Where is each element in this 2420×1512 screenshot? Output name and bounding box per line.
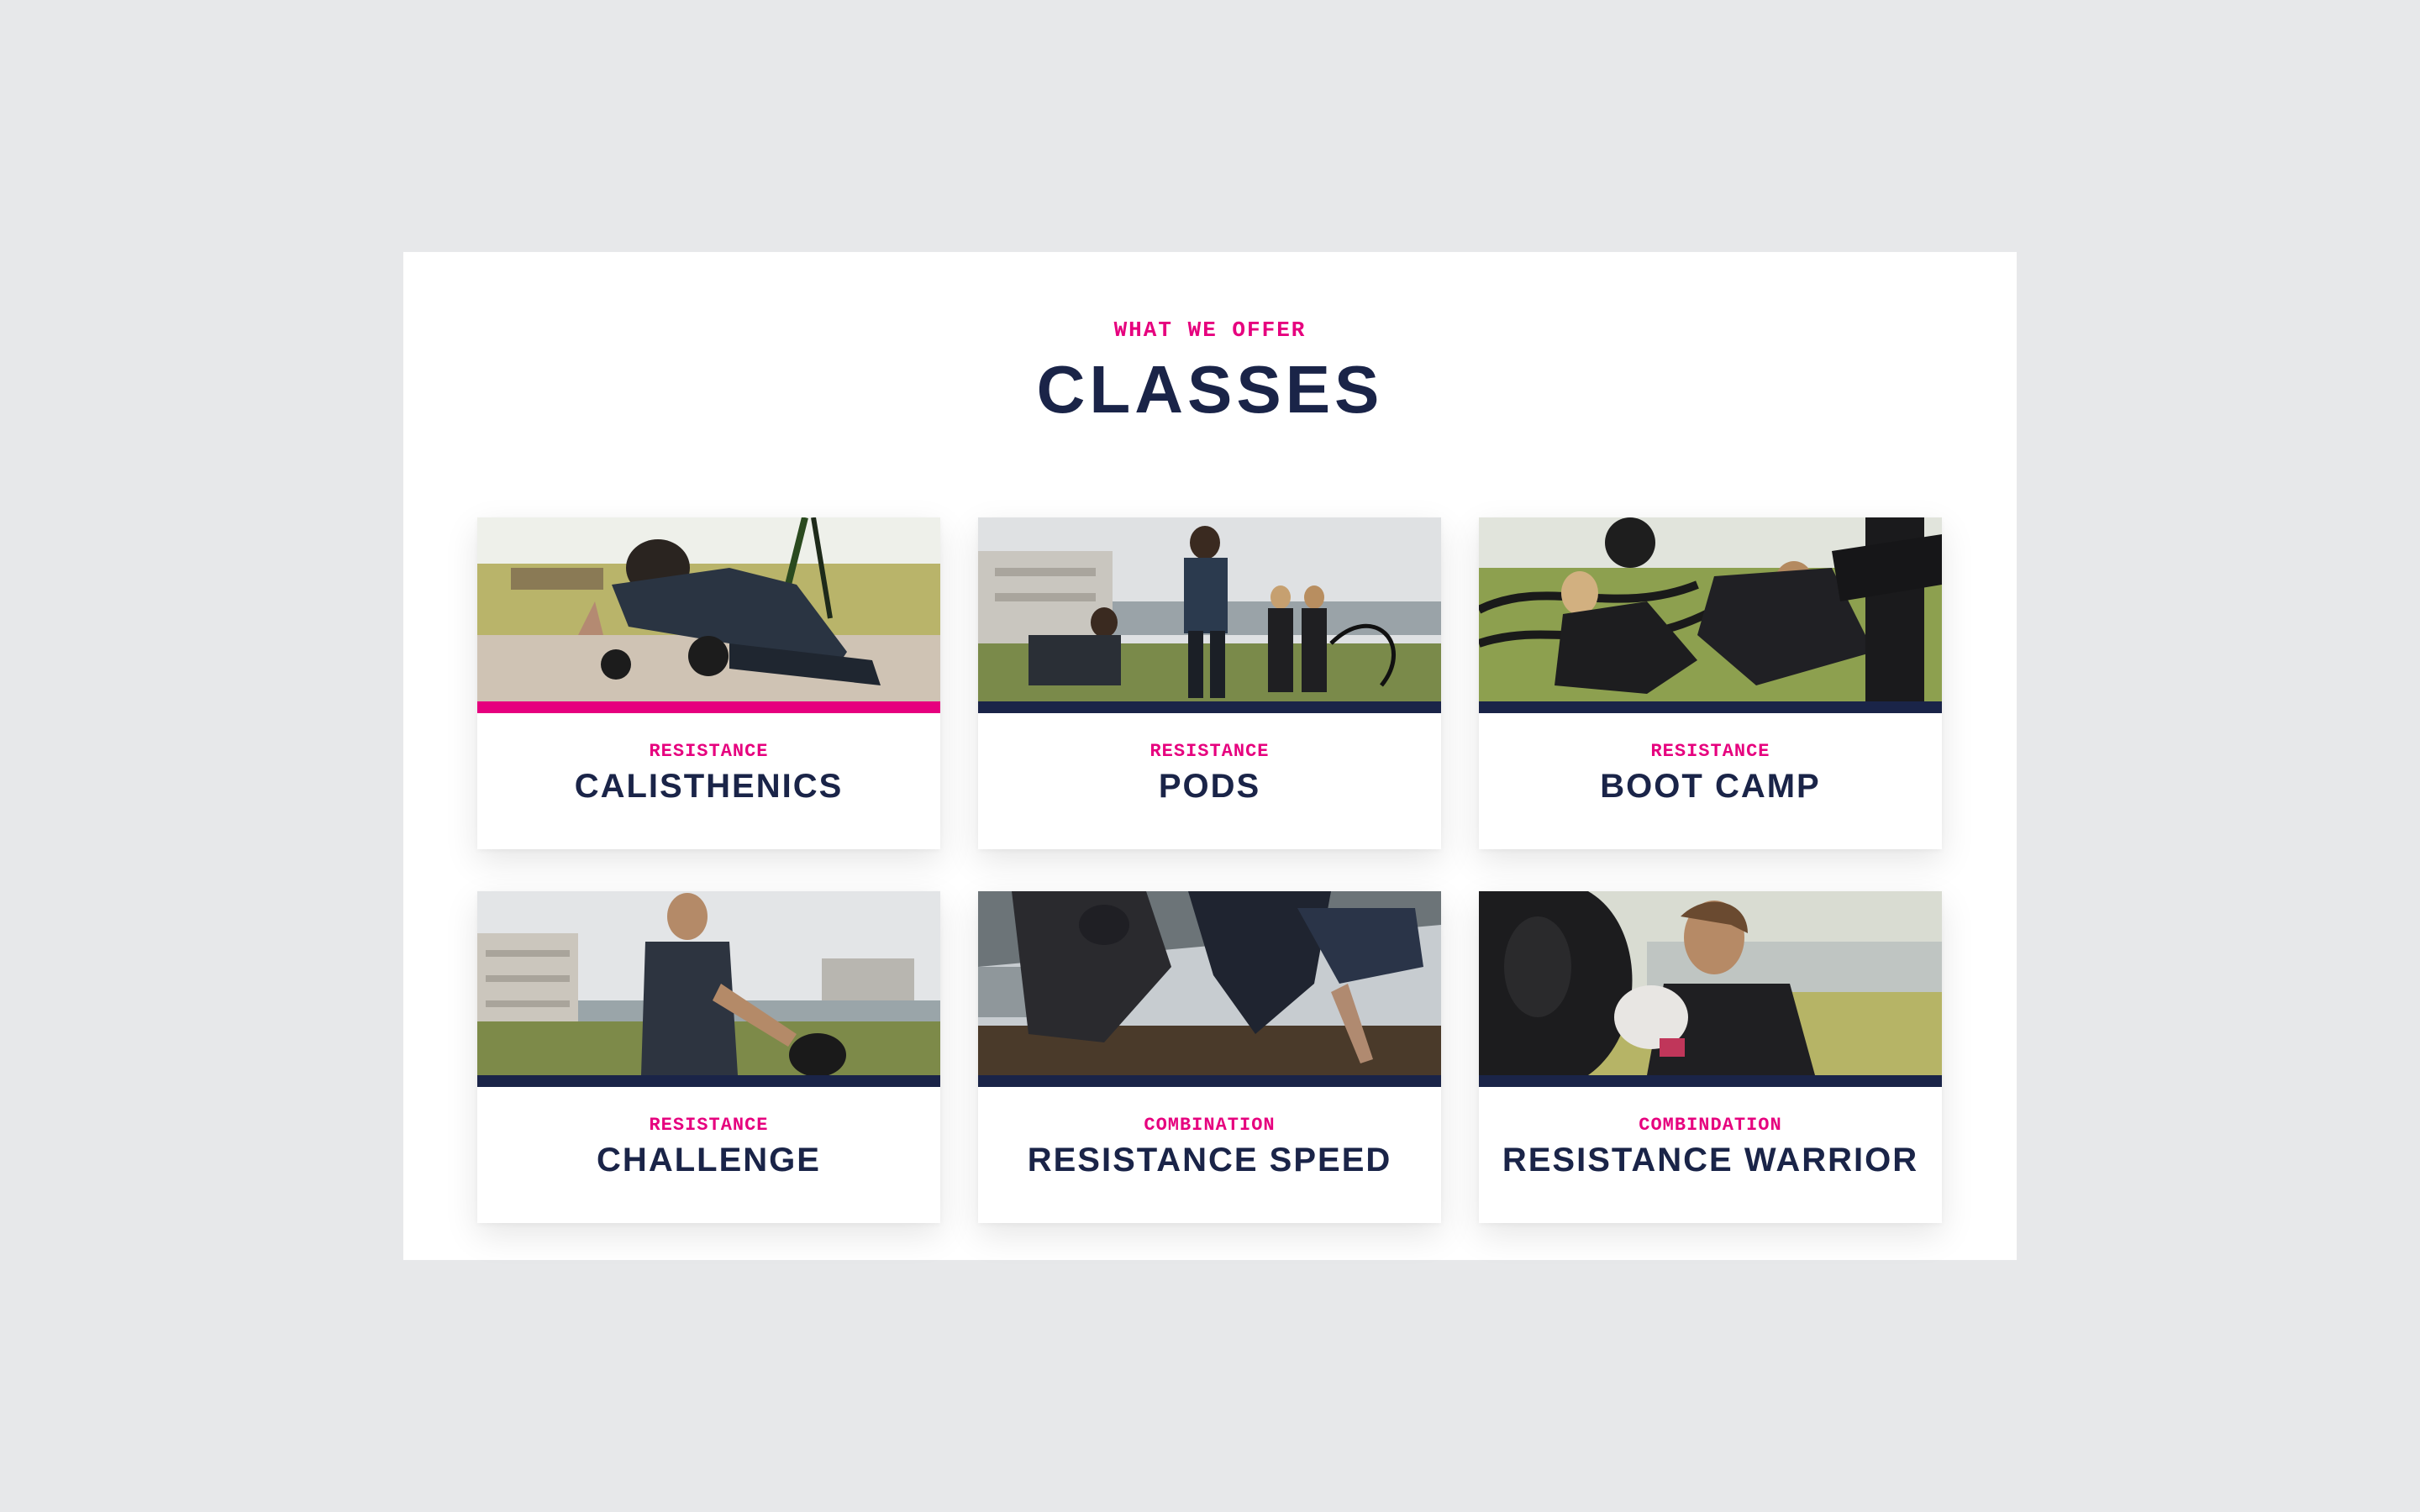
class-name: CALISTHENICS <box>574 768 844 805</box>
class-card-resistance-speed[interactable]: COMBINATION RESISTANCE SPEED <box>978 891 1441 1223</box>
card-accent-stripe <box>978 1075 1441 1087</box>
card-accent-stripe <box>1479 701 1942 713</box>
section-title: CLASSES <box>1036 352 1384 427</box>
man-suspension-training-photo <box>477 517 940 701</box>
section-eyebrow: WHAT WE OFFER <box>1113 318 1307 343</box>
class-name: RESISTANCE SPEED <box>1027 1142 1392 1179</box>
card-accent-stripe <box>477 701 940 713</box>
class-category: COMBINDATION <box>1639 1115 1782 1136</box>
women-medicine-ball-photo <box>1479 517 1942 701</box>
class-category: COMBINATION <box>1144 1115 1276 1136</box>
class-card-boot-camp[interactable]: RESISTANCE BOOT CAMP <box>1479 517 1942 849</box>
class-category: RESISTANCE <box>1150 741 1270 762</box>
class-name: CHALLENGE <box>597 1142 821 1179</box>
classes-section: WHAT WE OFFER CLASSES RESISTANCE CALISTH… <box>403 252 2017 1260</box>
class-category: RESISTANCE <box>649 741 769 762</box>
card-accent-stripe <box>1479 1075 1942 1087</box>
group-bear-crawl-photo <box>978 891 1441 1075</box>
class-category: RESISTANCE <box>649 1115 769 1136</box>
class-category: RESISTANCE <box>1650 741 1770 762</box>
woman-boxing-gloves-photo <box>1479 891 1942 1075</box>
man-kettlebell-swing-photo <box>477 891 940 1075</box>
class-card-calisthenics[interactable]: RESISTANCE CALISTHENICS <box>477 517 940 849</box>
class-name: RESISTANCE WARRIOR <box>1502 1142 1919 1179</box>
class-card-resistance-warrior[interactable]: COMBINDATION RESISTANCE WARRIOR <box>1479 891 1942 1223</box>
card-accent-stripe <box>978 701 1441 713</box>
class-name: PODS <box>1158 768 1261 805</box>
group-battle-ropes-photo <box>978 517 1441 701</box>
card-accent-stripe <box>477 1075 940 1087</box>
class-card-pods[interactable]: RESISTANCE PODS <box>978 517 1441 849</box>
class-name: BOOT CAMP <box>1600 768 1821 805</box>
class-card-challenge[interactable]: RESISTANCE CHALLENGE <box>477 891 940 1223</box>
